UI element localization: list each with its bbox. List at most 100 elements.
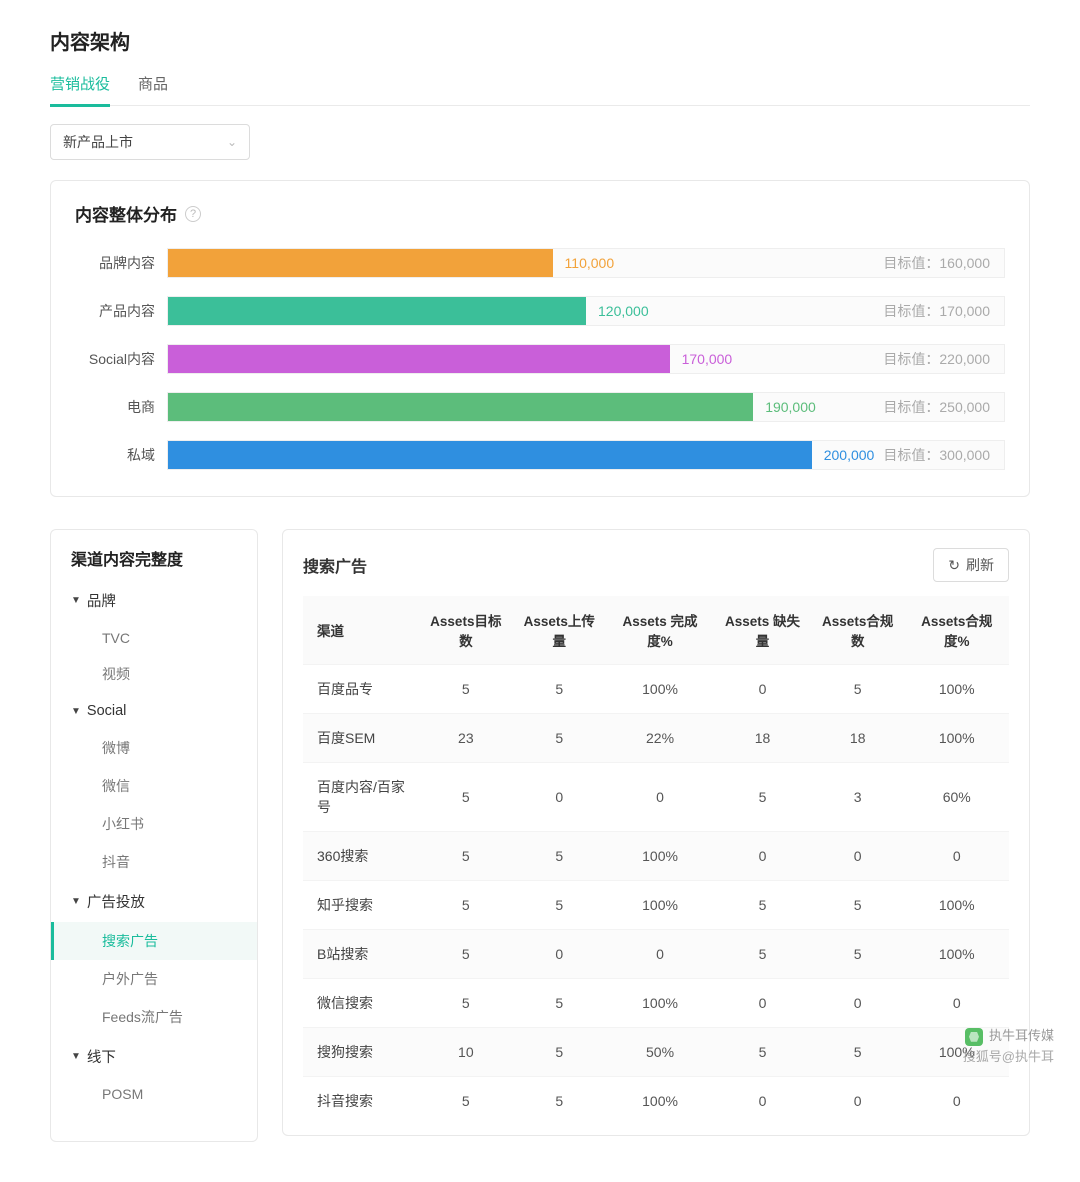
chart-row: 私域200,000目标值：300,000 — [75, 440, 1005, 470]
table-cell: 5 — [513, 979, 606, 1028]
table-cell: 0 — [811, 979, 904, 1028]
chart-bar-value: 200,000 — [812, 447, 875, 463]
table-row: 搜狗搜索10550%55100% — [303, 1028, 1009, 1077]
table-cell: 5 — [811, 1028, 904, 1077]
main-panel-title: 搜索广告 — [303, 553, 367, 577]
table-cell: 100% — [606, 832, 714, 881]
chevron-down-icon: ⌄ — [227, 135, 237, 149]
tree-child[interactable]: 抖音 — [51, 843, 257, 881]
table-cell: 百度品专 — [303, 665, 419, 714]
refresh-button[interactable]: ↻ 刷新 — [933, 548, 1009, 582]
table-cell: 5 — [714, 1028, 811, 1077]
chart-bar-fill — [168, 345, 670, 373]
table-cell: 5 — [513, 714, 606, 763]
table-cell: 5 — [513, 832, 606, 881]
table-cell: 5 — [513, 665, 606, 714]
chart-bar-track: 190,000目标值：250,000 — [167, 392, 1005, 422]
tree-child[interactable]: Feeds流广告 — [51, 998, 257, 1036]
tree-group-title: 品牌 — [87, 590, 116, 611]
tree-child[interactable]: 视频 — [51, 655, 257, 693]
table-cell: 5 — [513, 1077, 606, 1126]
table-cell: 5 — [419, 763, 512, 832]
tabs: 营销战役 商品 — [50, 65, 1030, 106]
caret-down-icon: ▼ — [71, 595, 81, 606]
table-cell: 5 — [419, 832, 512, 881]
table-row: 百度SEM23522%1818100% — [303, 714, 1009, 763]
campaign-select[interactable]: 新产品上市 ⌄ — [50, 124, 250, 160]
table-cell: 微信搜索 — [303, 979, 419, 1028]
question-icon[interactable]: ? — [185, 206, 201, 222]
content-distribution-card: 内容整体分布 ? 品牌内容110,000目标值：160,000产品内容120,0… — [50, 180, 1030, 497]
chart-row: 电商190,000目标值：250,000 — [75, 392, 1005, 422]
tree-child[interactable]: 户外广告 — [51, 960, 257, 998]
tree-child[interactable]: TVC — [51, 621, 257, 655]
table-cell: 知乎搜索 — [303, 881, 419, 930]
chart-bar-track: 170,000目标值：220,000 — [167, 344, 1005, 374]
chart-bar-target: 目标值：300,000 — [883, 445, 990, 465]
table-cell: 5 — [419, 1077, 512, 1126]
chart-bar-target: 目标值：160,000 — [883, 253, 990, 273]
table-cell: 0 — [904, 979, 1009, 1028]
table-cell: 5 — [419, 979, 512, 1028]
table-cell: 0 — [714, 665, 811, 714]
table-cell: 18 — [811, 714, 904, 763]
tree-child[interactable]: 微信 — [51, 767, 257, 805]
table-cell: 5 — [513, 881, 606, 930]
table-cell: 360搜索 — [303, 832, 419, 881]
tree-group-head[interactable]: ▼ Social — [51, 693, 257, 729]
chart-bar-track: 200,000 目标值：300,000 — [167, 440, 1005, 470]
table-cell: 10 — [419, 1028, 512, 1077]
table-cell: B站搜索 — [303, 930, 419, 979]
chart-bar-fill — [168, 441, 812, 469]
caret-down-icon: ▼ — [71, 896, 81, 907]
chart-bar-fill — [168, 393, 753, 421]
table-header: Assets合规数 — [811, 596, 904, 665]
chart-row: 产品内容120,000目标值：170,000 — [75, 296, 1005, 326]
campaign-select-value: 新产品上市 — [63, 132, 133, 152]
table-cell: 5 — [419, 665, 512, 714]
table-cell: 0 — [606, 930, 714, 979]
table-cell: 百度内容/百家号 — [303, 763, 419, 832]
tree-group-head[interactable]: ▼ 线下 — [51, 1036, 257, 1077]
table-cell: 0 — [714, 979, 811, 1028]
tree-child[interactable]: POSM — [51, 1077, 257, 1111]
tree-child[interactable]: 搜索广告 — [51, 922, 257, 960]
chart-bar-target: 目标值：220,000 — [883, 349, 990, 369]
table-cell: 5 — [419, 930, 512, 979]
tree-group-title: 线下 — [87, 1046, 116, 1067]
table-cell: 100% — [904, 1028, 1009, 1077]
channel-main-panel: 搜索广告 ↻ 刷新 渠道Assets目标数Assets上传量Assets 完成度… — [282, 529, 1030, 1136]
chart-row-label: 品牌内容 — [75, 253, 167, 273]
tab-campaign[interactable]: 营销战役 — [50, 65, 110, 107]
caret-down-icon: ▼ — [71, 1051, 81, 1062]
tree-child[interactable]: 微博 — [51, 729, 257, 767]
tree-group-head[interactable]: ▼ 品牌 — [51, 580, 257, 621]
tree-group-head[interactable]: ▼ 广告投放 — [51, 881, 257, 922]
chart-row: 品牌内容 110,000 目标值：160,000 — [75, 248, 1005, 278]
table-cell: 100% — [606, 665, 714, 714]
chart-bar-value: 120,000 — [586, 303, 649, 319]
table-row: 微信搜索55100%000 — [303, 979, 1009, 1028]
table-cell: 抖音搜索 — [303, 1077, 419, 1126]
tree-group-title: Social — [87, 703, 127, 719]
chart-row-label: 电商 — [75, 397, 167, 417]
tree-child[interactable]: 小红书 — [51, 805, 257, 843]
table-cell: 0 — [714, 832, 811, 881]
table-cell: 100% — [606, 1077, 714, 1126]
caret-down-icon: ▼ — [71, 706, 81, 717]
table-cell: 3 — [811, 763, 904, 832]
tab-product[interactable]: 商品 — [138, 65, 168, 105]
chart-bar-fill — [168, 249, 553, 277]
tree-group-title: 广告投放 — [87, 891, 145, 912]
page-title: 内容架构 — [50, 26, 1030, 55]
chart-bar-value: 190,000 — [753, 399, 816, 415]
table-cell: 0 — [904, 1077, 1009, 1126]
table-cell: 22% — [606, 714, 714, 763]
chart-bar-track: 120,000目标值：170,000 — [167, 296, 1005, 326]
table-cell: 5 — [419, 881, 512, 930]
table-header: 渠道 — [303, 596, 419, 665]
table-header: Assets合规度% — [904, 596, 1009, 665]
chart-bar-value: 110,000 — [553, 255, 615, 271]
table-header: Assets 缺失量 — [714, 596, 811, 665]
table-cell: 60% — [904, 763, 1009, 832]
